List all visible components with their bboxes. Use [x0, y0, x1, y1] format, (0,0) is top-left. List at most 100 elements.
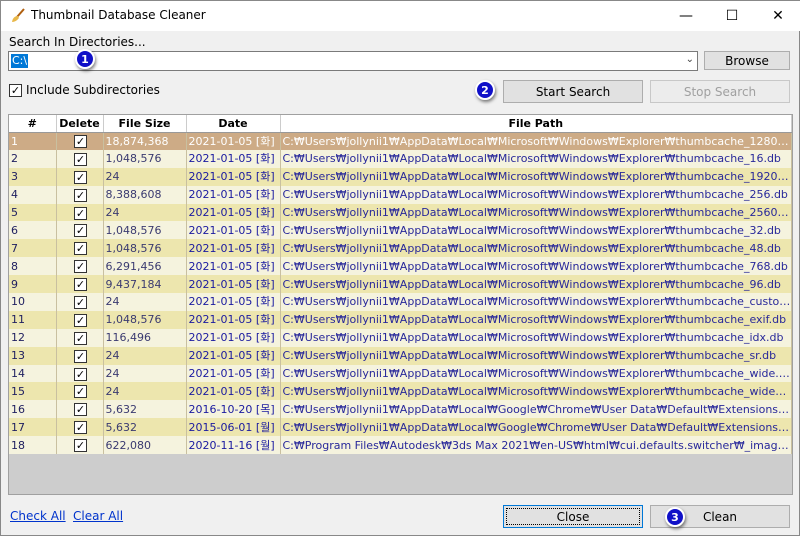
file-path: C:₩Users₩jollynii1₩AppData₩Local₩Microso…: [280, 382, 792, 401]
delete-checkbox[interactable]: ✓: [74, 224, 87, 238]
file-size: 5,632: [103, 400, 187, 419]
delete-cell[interactable]: ✓: [56, 167, 104, 186]
check-all-link[interactable]: Check All: [10, 509, 66, 523]
column-header-date[interactable]: Date: [186, 115, 281, 133]
column-header-file-path[interactable]: File Path: [280, 115, 792, 133]
table-row[interactable]: 11 ✓ 1,048,576 2021-01-05 [화] C:₩Users₩j…: [9, 310, 792, 329]
delete-cell[interactable]: ✓: [56, 149, 104, 168]
delete-cell[interactable]: ✓: [56, 382, 104, 401]
delete-checkbox[interactable]: ✓: [74, 385, 87, 399]
delete-checkbox[interactable]: ✓: [74, 242, 87, 256]
table-row[interactable]: 14 ✓ 24 2021-01-05 [화] C:₩Users₩jollynii…: [9, 364, 792, 383]
row-number: 1: [9, 132, 57, 150]
column-header-delete[interactable]: Delete: [56, 115, 104, 133]
table-row[interactable]: 8 ✓ 6,291,456 2021-01-05 [화] C:₩Users₩jo…: [9, 257, 792, 276]
delete-checkbox[interactable]: ✓: [74, 313, 87, 327]
file-date: 2021-01-05 [화]: [186, 310, 281, 329]
table-row[interactable]: 10 ✓ 24 2021-01-05 [화] C:₩Users₩jollynii…: [9, 293, 792, 311]
window-title: Thumbnail Database Cleaner: [31, 8, 206, 22]
file-size: 24: [103, 364, 187, 383]
include-subdirectories-label: Include Subdirectories: [26, 83, 160, 97]
file-size: 24: [103, 293, 187, 311]
row-number: 10: [9, 293, 57, 311]
close-window-button[interactable]: ✕: [755, 1, 800, 31]
delete-checkbox[interactable]: ✓: [74, 152, 87, 166]
include-subdirectories-checkbox[interactable]: ✓: [9, 84, 22, 97]
results-grid[interactable]: # Delete File Size Date File Path 1 ✓ 18…: [8, 114, 793, 495]
delete-checkbox[interactable]: ✓: [74, 260, 87, 274]
start-search-button[interactable]: Start Search: [503, 80, 643, 103]
column-header-file-size[interactable]: File Size: [103, 115, 187, 133]
table-row[interactable]: 12 ✓ 116,496 2021-01-05 [화] C:₩Users₩jol…: [9, 328, 792, 347]
delete-checkbox[interactable]: ✓: [74, 331, 87, 345]
minimize-button[interactable]: —: [663, 1, 709, 31]
delete-checkbox[interactable]: ✓: [74, 206, 87, 220]
delete-cell[interactable]: ✓: [56, 275, 104, 294]
delete-checkbox[interactable]: ✓: [74, 439, 87, 453]
delete-cell[interactable]: ✓: [56, 293, 104, 311]
delete-checkbox[interactable]: ✓: [74, 135, 87, 149]
stop-search-button[interactable]: Stop Search: [650, 80, 790, 103]
file-path: C:₩Users₩jollynii1₩AppData₩Local₩Microso…: [280, 149, 792, 168]
file-date: 2021-01-05 [화]: [186, 257, 281, 276]
maximize-button[interactable]: ☐: [709, 1, 755, 31]
delete-cell[interactable]: ✓: [56, 203, 104, 222]
file-size: 24: [103, 167, 187, 186]
file-date: 2021-01-05 [화]: [186, 328, 281, 347]
row-number: 16: [9, 400, 57, 419]
file-date: 2021-01-05 [화]: [186, 132, 281, 150]
directory-value[interactable]: C:\: [11, 54, 29, 68]
delete-cell[interactable]: ✓: [56, 436, 104, 455]
row-number: 5: [9, 203, 57, 222]
delete-cell[interactable]: ✓: [56, 400, 104, 419]
table-row[interactable]: 7 ✓ 1,048,576 2021-01-05 [화] C:₩Users₩jo…: [9, 239, 792, 258]
table-row[interactable]: 16 ✓ 5,632 2016-10-20 [목] C:₩Users₩jolly…: [9, 400, 792, 419]
delete-cell[interactable]: ✓: [56, 328, 104, 347]
table-row[interactable]: 9 ✓ 9,437,184 2021-01-05 [화] C:₩Users₩jo…: [9, 275, 792, 294]
row-number: 6: [9, 221, 57, 240]
file-size: 6,291,456: [103, 257, 187, 276]
delete-cell[interactable]: ✓: [56, 257, 104, 276]
delete-checkbox[interactable]: ✓: [74, 278, 87, 292]
file-date: 2021-01-05 [화]: [186, 346, 281, 365]
delete-cell[interactable]: ✓: [56, 221, 104, 240]
column-header-number[interactable]: #: [9, 115, 57, 133]
file-date: 2015-06-01 [월]: [186, 418, 281, 437]
delete-cell[interactable]: ✓: [56, 364, 104, 383]
delete-checkbox[interactable]: ✓: [74, 295, 87, 309]
table-row[interactable]: 18 ✓ 622,080 2020-11-16 [월] C:₩Program F…: [9, 436, 792, 455]
file-path: C:₩Users₩jollynii1₩AppData₩Local₩Microso…: [280, 310, 792, 329]
delete-cell[interactable]: ✓: [56, 418, 104, 437]
delete-checkbox[interactable]: ✓: [74, 349, 87, 363]
file-size: 1,048,576: [103, 221, 187, 240]
delete-checkbox[interactable]: ✓: [74, 367, 87, 381]
table-row[interactable]: 5 ✓ 24 2021-01-05 [화] C:₩Users₩jollynii1…: [9, 203, 792, 222]
delete-cell[interactable]: ✓: [56, 310, 104, 329]
table-row[interactable]: 1 ✓ 18,874,368 2021-01-05 [화] C:₩Users₩j…: [9, 132, 792, 150]
delete-checkbox[interactable]: ✓: [74, 403, 87, 417]
table-row[interactable]: 6 ✓ 1,048,576 2021-01-05 [화] C:₩Users₩jo…: [9, 221, 792, 240]
close-button[interactable]: Close: [503, 505, 643, 528]
chevron-down-icon[interactable]: ⌄: [686, 54, 694, 65]
browse-button[interactable]: Browse: [704, 51, 790, 70]
table-row[interactable]: 2 ✓ 1,048,576 2021-01-05 [화] C:₩Users₩jo…: [9, 149, 792, 168]
file-path: C:₩Users₩jollynii1₩AppData₩Local₩Microso…: [280, 239, 792, 258]
delete-cell[interactable]: ✓: [56, 132, 104, 150]
delete-checkbox[interactable]: ✓: [74, 188, 87, 202]
table-row[interactable]: 4 ✓ 8,388,608 2021-01-05 [화] C:₩Users₩jo…: [9, 185, 792, 204]
delete-cell[interactable]: ✓: [56, 239, 104, 258]
clear-all-link[interactable]: Clear All: [73, 509, 123, 523]
file-size: 1,048,576: [103, 149, 187, 168]
delete-checkbox[interactable]: ✓: [74, 421, 87, 435]
delete-cell[interactable]: ✓: [56, 346, 104, 365]
directory-combobox[interactable]: C:\ ⌄: [8, 51, 698, 71]
file-date: 2021-01-05 [화]: [186, 185, 281, 204]
table-row[interactable]: 17 ✓ 5,632 2015-06-01 [월] C:₩Users₩jolly…: [9, 418, 792, 437]
row-number: 7: [9, 239, 57, 258]
table-row[interactable]: 13 ✓ 24 2021-01-05 [화] C:₩Users₩jollynii…: [9, 346, 792, 365]
table-row[interactable]: 3 ✓ 24 2021-01-05 [화] C:₩Users₩jollynii1…: [9, 167, 792, 186]
file-path: C:₩Users₩jollynii1₩AppData₩Local₩Microso…: [280, 346, 792, 365]
delete-checkbox[interactable]: ✓: [74, 170, 87, 184]
delete-cell[interactable]: ✓: [56, 185, 104, 204]
table-row[interactable]: 15 ✓ 24 2021-01-05 [화] C:₩Users₩jollynii…: [9, 382, 792, 401]
